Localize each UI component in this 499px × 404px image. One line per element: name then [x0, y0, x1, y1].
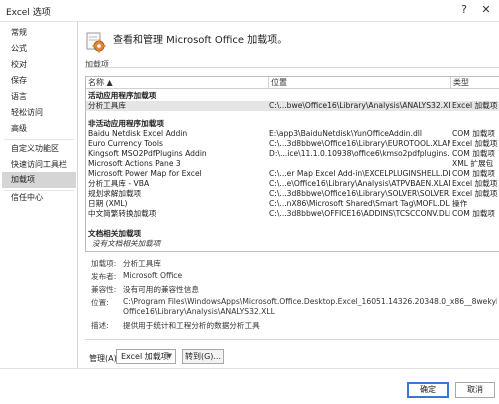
cell-name: 日期 (XML): [88, 199, 128, 208]
detail-publisher-value: Microsoft Office: [123, 271, 183, 280]
cell-name: Kingsoft MSO2PdfPlugins Addin: [88, 149, 207, 158]
sidebar-item-language[interactable]: 语言: [2, 89, 76, 105]
detail-compat-value: 没有可用的兼容性信息: [123, 285, 199, 294]
detail-location-value-line1: C:\Program Files\WindowsApps\Microsoft.O…: [123, 297, 497, 306]
cell-location: C:\...3d8bbwe\Office16\Library\SOLVER\SO…: [269, 189, 450, 198]
cell-type: Excel 加载项: [452, 101, 498, 110]
cell-name: Baidu Netdisk Excel Addin: [88, 129, 188, 138]
sidebar-item-addins[interactable]: 加载项: [2, 172, 76, 188]
cell-name: 分析工具库: [88, 101, 126, 110]
cell-location: D:\...ice\11.1.0.10938\office6\kmso2pdfp…: [269, 149, 450, 158]
cell-name: Microsoft Power Map for Excel: [88, 169, 202, 178]
cell-location: C:\...nX86\Microsoft Shared\Smart Tag\MO…: [269, 199, 450, 208]
table-row[interactable]: Microsoft Power Map for Excel C:\...er M…: [86, 169, 499, 179]
section-divider: [85, 339, 499, 340]
cell-name: 分析工具库 - VBA: [88, 179, 150, 188]
sidebar-item-general[interactable]: 常规: [2, 25, 76, 41]
page-title: 查看和管理 Microsoft Office 加载项。: [113, 35, 288, 46]
detail-publisher-label: 发布者:: [91, 272, 117, 281]
manage-select-value: Excel 加载项: [121, 352, 169, 361]
detail-desc-value: 提供用于统计和工程分析的数据分析工具: [123, 321, 260, 330]
close-icon[interactable]: ✕: [477, 1, 495, 19]
column-header-location[interactable]: 位置: [269, 77, 451, 89]
table-row[interactable]: 分析工具库 C:\...bwe\Office16\Library\Analysi…: [86, 101, 499, 111]
table-row[interactable]: Baidu Netdisk Excel Addin E:\app3\BaiduN…: [86, 129, 499, 139]
detail-addin-value: 分析工具库: [123, 259, 161, 268]
sidebar-item-customize-ribbon[interactable]: 自定义功能区: [2, 141, 76, 157]
footer-divider: [0, 368, 499, 369]
manage-select[interactable]: Excel 加载项 ▼: [116, 349, 176, 364]
cell-type: COM 加载项: [452, 169, 496, 178]
column-header-type[interactable]: 类型: [451, 77, 499, 89]
table-row[interactable]: 中文简繁转换加载项 C:\...3d8bbwe\OFFICE16\ADDINS\…: [86, 209, 499, 219]
group-heading-active: 活动应用程序加载项: [88, 91, 157, 100]
chevron-down-icon: ▼: [166, 352, 172, 360]
cell-type: 操作: [452, 199, 468, 208]
table-row[interactable]: 规划求解加载项 C:\...3d8bbwe\Office16\Library\S…: [86, 189, 499, 199]
window-title: Excel 选项: [6, 8, 51, 18]
sidebar-item-formulas[interactable]: 公式: [2, 41, 76, 57]
cell-location: C:\...er Map Excel Add-in\EXCELPLUGINSHE…: [269, 169, 450, 178]
sidebar-item-quick-access-toolbar[interactable]: 快速访问工具栏: [2, 157, 76, 173]
section-divider: [85, 67, 499, 68]
sidebar-item-proofing[interactable]: 校对: [2, 57, 76, 73]
table-header: 名称 ▲ 位置 类型: [86, 77, 499, 89]
cancel-button[interactable]: 取消: [455, 382, 495, 398]
addins-gear-icon: [85, 32, 107, 54]
cell-type: XML 扩展包: [452, 159, 494, 168]
cell-type: Excel 加载项: [452, 139, 498, 148]
help-icon[interactable]: ?: [455, 1, 473, 19]
group-heading-document: 文档相关加载项: [88, 229, 142, 238]
detail-compat-label: 兼容性:: [91, 285, 117, 294]
detail-desc-label: 描述:: [91, 321, 109, 330]
cell-location: C:\...3d8bbwe\OFFICE16\ADDINS\TCSCCONV.D…: [269, 209, 450, 218]
options-sidebar: 常规 公式 校对 保存 语言 轻松访问 高级 自定义功能区 快速访问工具栏 加载…: [0, 22, 78, 368]
cell-location: C:\...e\Office16\Library\Analysis\ATPVBA…: [269, 179, 450, 188]
cell-type: COM 加载项: [452, 149, 496, 158]
sidebar-item-save[interactable]: 保存: [2, 73, 76, 89]
cell-name: 规划求解加载项: [88, 189, 142, 198]
sidebar-item-trust-center[interactable]: 信任中心: [2, 190, 76, 206]
table-row[interactable]: Microsoft Actions Pane 3 XML 扩展包: [86, 159, 499, 169]
addins-table: 名称 ▲ 位置 类型 活动应用程序加载项 分析工具库 C:\...bwe\Off…: [85, 76, 499, 252]
cell-type: COM 加载项: [452, 129, 496, 138]
cell-name: Microsoft Actions Pane 3: [88, 159, 181, 168]
table-row[interactable]: 日期 (XML) C:\...nX86\Microsoft Shared\Sma…: [86, 199, 499, 209]
group-heading-inactive: 非活动应用程序加载项: [88, 119, 164, 128]
sidebar-item-advanced[interactable]: 高级: [2, 121, 76, 137]
document-addins-empty-note: 没有文档相关加载项: [92, 239, 161, 248]
table-row[interactable]: Euro Currency Tools C:\...3d8bbwe\Office…: [86, 139, 499, 149]
sidebar-divider: [4, 139, 74, 140]
sidebar-item-accessibility[interactable]: 轻松访问: [2, 105, 76, 121]
table-row[interactable]: 分析工具库 - VBA C:\...e\Office16\Library\Ana…: [86, 179, 499, 189]
manage-label: 管理(A):: [89, 354, 120, 363]
addins-section-title: 加载项: [85, 60, 109, 69]
cell-location: C:\...3d8bbwe\Office16\Library\EUROTOOL.…: [269, 139, 450, 148]
cell-location: [269, 159, 450, 169]
title-bar: Excel 选项 ? ✕: [0, 0, 499, 22]
cell-type: Excel 加载项: [452, 179, 498, 188]
cell-name: Euro Currency Tools: [88, 139, 163, 148]
detail-location-label: 位置:: [91, 298, 109, 307]
ok-button[interactable]: 确定: [407, 382, 449, 398]
detail-location-value-line2: Office16\Library\Analysis\ANALYS32.XLL: [123, 307, 275, 316]
cell-name: 中文简繁转换加载项: [88, 209, 157, 218]
cell-location: E:\app3\BaiduNetdisk\YunOfficeAddin.dll: [269, 129, 423, 138]
goto-button[interactable]: 转到(G)...: [182, 349, 224, 364]
addins-panel: 查看和管理 Microsoft Office 加载项。 加载项 名称 ▲ 位置 …: [79, 22, 499, 368]
table-row[interactable]: Kingsoft MSO2PdfPlugins Addin D:\...ice\…: [86, 149, 499, 159]
cell-location: C:\...bwe\Office16\Library\Analysis\ANAL…: [269, 101, 450, 110]
detail-addin-label: 加载项:: [91, 259, 117, 268]
column-header-name[interactable]: 名称 ▲: [86, 77, 269, 89]
cell-type: COM 加载项: [452, 209, 496, 218]
cell-type: Excel 加载项: [452, 189, 498, 198]
